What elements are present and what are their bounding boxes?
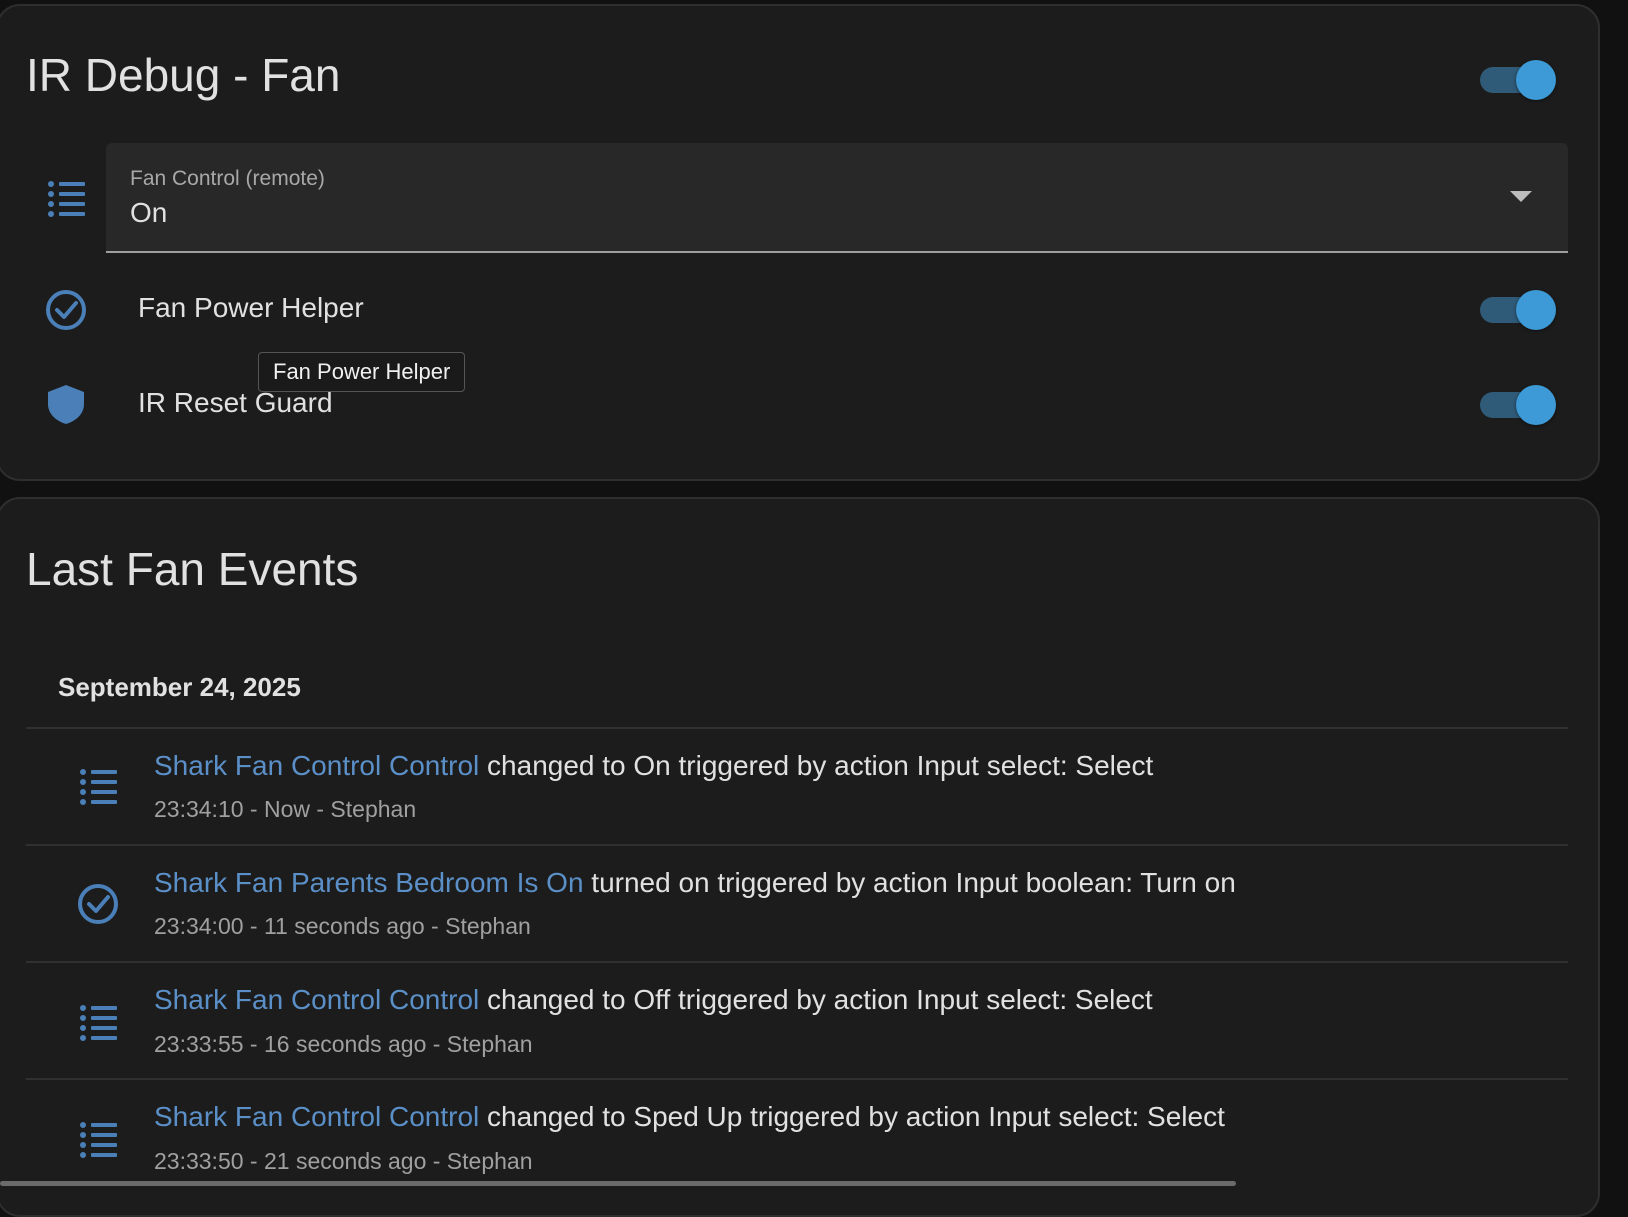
select-value: On [130, 197, 168, 228]
divider [26, 727, 1568, 729]
toggle-knob [1516, 60, 1556, 100]
event-entity-link[interactable]: Shark Fan Parents Bedroom Is On [154, 867, 584, 898]
format-list-bulleted-icon [76, 1000, 120, 1044]
event-entity-link[interactable]: Shark Fan Control Control [154, 750, 479, 781]
divider [26, 961, 1568, 963]
event-meta: 23:34:00 - 11 seconds ago - Stephan [154, 913, 531, 939]
event-text: Shark Fan Control Control changed to On … [154, 750, 1153, 782]
check-circle-outline-icon [44, 288, 88, 332]
format-list-bulleted-icon [76, 764, 120, 808]
event-description: changed to On triggered by action Input … [479, 750, 1154, 781]
event-meta: 23:33:55 - 16 seconds ago - Stephan [154, 1031, 533, 1057]
card-title: Last Fan Events [26, 543, 359, 595]
divider [26, 1078, 1568, 1080]
event-description: changed to Sped Up triggered by action I… [479, 1101, 1225, 1132]
date-heading: September 24, 2025 [58, 672, 301, 702]
toggle-knob [1516, 385, 1556, 425]
entity-name-fan-power-helper[interactable]: Fan Power Helper [138, 292, 364, 324]
event-text: Shark Fan Control Control changed to Off… [154, 984, 1153, 1016]
event-description: turned on triggered by action Input bool… [583, 867, 1236, 898]
format-list-bulleted-icon [44, 176, 88, 220]
event-entity-link[interactable]: Shark Fan Control Control [154, 1101, 479, 1132]
tooltip: Fan Power Helper [258, 352, 466, 392]
horizontal-scrollbar[interactable] [0, 1181, 1236, 1186]
fan-power-helper-toggle[interactable] [1476, 287, 1556, 331]
select-label: Fan Control (remote) [130, 167, 325, 190]
event-text: Shark Fan Parents Bedroom Is On turned o… [154, 867, 1236, 899]
format-list-bulleted-icon [76, 1117, 120, 1161]
event-meta: 23:34:10 - Now - Stephan [154, 796, 417, 822]
event-meta: 23:33:50 - 21 seconds ago - Stephan [154, 1148, 533, 1174]
chevron-down-icon[interactable] [1510, 191, 1532, 202]
event-text: Shark Fan Control Control changed to Spe… [154, 1101, 1225, 1133]
header-toggle[interactable] [1476, 57, 1556, 101]
card-title: IR Debug - Fan [26, 49, 341, 101]
ir-reset-guard-toggle[interactable] [1476, 382, 1556, 426]
fan-control-select[interactable]: Fan Control (remote) On [106, 143, 1568, 253]
check-circle-outline-icon [76, 882, 120, 926]
event-entity-link[interactable]: Shark Fan Control Control [154, 984, 479, 1015]
divider [26, 844, 1568, 846]
toggle-knob [1516, 290, 1556, 330]
shield-icon [44, 382, 88, 426]
event-description: changed to Off triggered by action Input… [479, 984, 1153, 1015]
